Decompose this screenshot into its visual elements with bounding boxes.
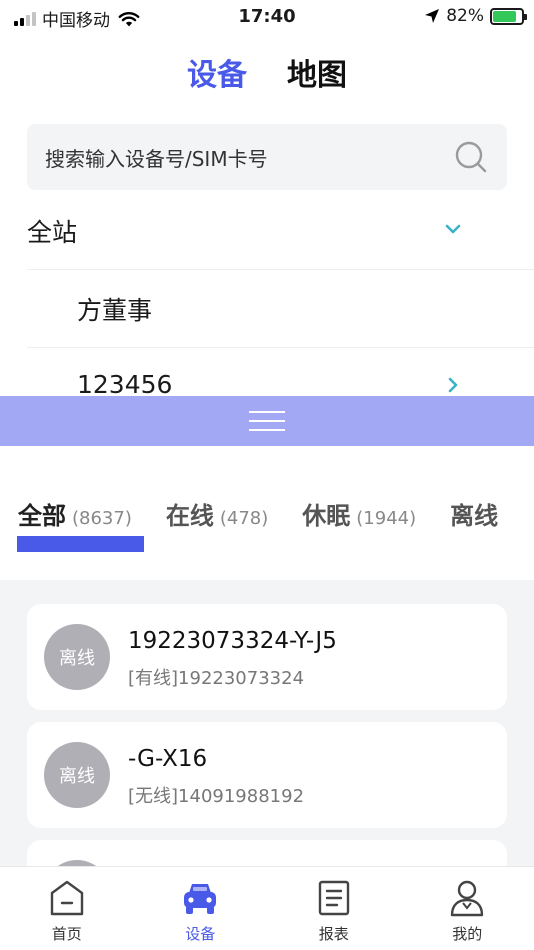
device-card[interactable]: 离线 19223073324-Y-J5 [有线]19223073324 bbox=[27, 604, 507, 710]
filter-tab-label: 全部 bbox=[18, 502, 66, 530]
device-sim: [有线]19223073324 bbox=[128, 668, 305, 689]
filter-tab-label: 离线 bbox=[450, 502, 499, 530]
chevron-down-icon[interactable] bbox=[442, 218, 464, 240]
filter-tab-label: 在线 bbox=[165, 502, 214, 530]
nav-home[interactable]: 首页 bbox=[0, 867, 134, 950]
device-name: -G-X16 bbox=[128, 746, 208, 772]
status-right: 82% bbox=[424, 6, 527, 26]
search-input[interactable]: 搜索输入设备号/SIM卡号 bbox=[27, 124, 507, 190]
battery-icon bbox=[490, 7, 527, 25]
location-arrow-icon bbox=[425, 9, 440, 23]
car-icon bbox=[184, 884, 217, 914]
report-icon bbox=[318, 880, 349, 916]
device-name: 19223073324-Y-J5 bbox=[128, 628, 337, 654]
filter-tab-count: (8637) bbox=[72, 508, 132, 529]
status-badge: 离线 bbox=[44, 624, 110, 690]
nav-label: 首页 bbox=[51, 925, 82, 943]
search-icon[interactable] bbox=[453, 139, 489, 175]
status-bar: 中国移动 17:40 82% bbox=[0, 0, 534, 36]
tree-item-label: 方董事 bbox=[77, 295, 153, 325]
filter-tab-offline[interactable]: 离线 bbox=[450, 496, 498, 531]
nav-report[interactable]: 报表 bbox=[267, 867, 401, 950]
home-icon bbox=[50, 880, 83, 916]
chevron-right-icon[interactable] bbox=[442, 374, 464, 396]
filter-tab-label: 休眠 bbox=[302, 502, 351, 530]
tab-map[interactable]: 地图 bbox=[287, 50, 347, 94]
nav-label: 我的 bbox=[452, 925, 483, 943]
filter-tab-count: (1944) bbox=[356, 508, 417, 529]
battery-percent: 82% bbox=[446, 6, 484, 26]
filter-tab-count: (478) bbox=[219, 508, 269, 529]
top-tabs: 设备 地图 bbox=[0, 50, 534, 94]
nav-devices[interactable]: 设备 bbox=[134, 867, 268, 950]
device-card[interactable]: 离线 -G-X16 [无线]14091988192 bbox=[27, 722, 507, 828]
status-badge: 离线 bbox=[44, 742, 110, 808]
tree-item-label: 123456 bbox=[77, 370, 173, 396]
filter-tab-online[interactable]: 在线 (478) bbox=[166, 496, 268, 531]
nav-label: 设备 bbox=[185, 925, 216, 943]
drag-handle[interactable] bbox=[0, 396, 534, 446]
filter-tab-all[interactable]: 全部 (8637) bbox=[18, 496, 132, 531]
device-sim: [无线]14091988192 bbox=[128, 786, 305, 807]
tree-item-child[interactable]: 123456 bbox=[27, 348, 534, 396]
filter-tab-sleep[interactable]: 休眠 (1944) bbox=[302, 496, 416, 531]
tree-item-child[interactable]: 方董事 bbox=[27, 270, 534, 348]
tab-devices[interactable]: 设备 bbox=[187, 50, 247, 94]
filter-tabs: 全部 (8637) 在线 (478) 休眠 (1944) 离线 bbox=[18, 496, 498, 531]
menu-lines-icon bbox=[249, 411, 285, 431]
nav-mine[interactable]: 我的 bbox=[401, 867, 534, 950]
search-placeholder: 搜索输入设备号/SIM卡号 bbox=[45, 146, 268, 171]
nav-label: 报表 bbox=[318, 925, 349, 943]
tree-item-label: 全站 bbox=[27, 217, 78, 247]
device-list[interactable]: 离线 19223073324-Y-J5 [有线]19223073324 离线 -… bbox=[0, 580, 534, 870]
user-icon bbox=[451, 880, 484, 917]
active-tab-indicator bbox=[17, 536, 144, 552]
tree-item-root[interactable]: 全站 bbox=[27, 192, 534, 270]
bottom-nav: 首页 设备 报表 我的 bbox=[0, 866, 534, 950]
